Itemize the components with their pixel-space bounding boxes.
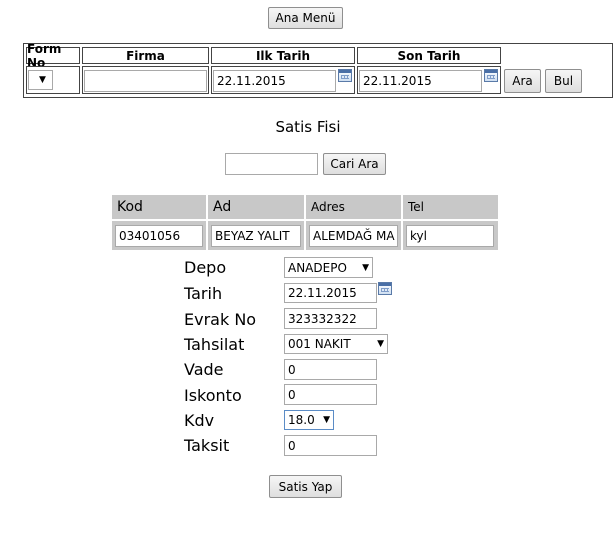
- calendar-icon[interactable]: [378, 282, 392, 295]
- tahsilat-select[interactable]: 001 NAKIT ▼: [284, 334, 388, 354]
- taksit-label: Taksit: [184, 436, 230, 455]
- tarih-label: Tarih: [184, 284, 223, 303]
- header-kod: Kod: [112, 195, 206, 219]
- ara-button[interactable]: Ara: [504, 69, 541, 93]
- satis-yap-button[interactable]: Satis Yap: [269, 475, 342, 498]
- iskonto-label: Iskonto: [184, 386, 242, 405]
- tel-input[interactable]: kyl: [406, 225, 494, 247]
- kdv-select[interactable]: 18.0 ▼: [284, 410, 334, 430]
- kdv-value: 18.0: [288, 413, 315, 427]
- main-menu-button[interactable]: Ana Menü: [268, 7, 343, 29]
- firma-input[interactable]: [84, 70, 207, 92]
- adres-input[interactable]: ALEMDAĞ MA: [309, 225, 398, 247]
- kdv-label: Kdv: [184, 411, 215, 430]
- page-title: Satis Fisi: [275, 118, 341, 136]
- taksit-input[interactable]: 0: [284, 435, 377, 456]
- vade-input[interactable]: 0: [284, 359, 377, 380]
- cari-ara-button[interactable]: Cari Ara: [323, 153, 386, 175]
- calendar-icon[interactable]: [338, 69, 352, 82]
- tarih-input[interactable]: 22.11.2015: [284, 283, 377, 303]
- header-adres: Adres: [306, 195, 401, 219]
- header-form-no: Form No: [26, 42, 80, 70]
- tahsilat-label: Tahsilat: [184, 335, 245, 354]
- chevron-down-icon: ▼: [39, 75, 46, 85]
- kod-input[interactable]: 03401056: [115, 225, 203, 247]
- header-ad: Ad: [208, 195, 304, 219]
- header-tel: Tel: [403, 195, 498, 219]
- bul-button[interactable]: Bul: [545, 69, 582, 93]
- son-tarih-input[interactable]: 22.11.2015: [359, 70, 482, 92]
- tahsilat-value: 001 NAKIT: [288, 337, 351, 351]
- depo-select[interactable]: ANADEPO ▼: [284, 257, 373, 278]
- ilk-tarih-input[interactable]: 22.11.2015: [213, 70, 336, 92]
- chevron-down-icon: ▼: [377, 339, 384, 349]
- evrak-no-input[interactable]: 323332322: [284, 308, 377, 329]
- depo-value: ANADEPO: [288, 260, 347, 275]
- vade-label: Vade: [184, 360, 224, 379]
- iskonto-input[interactable]: 0: [284, 384, 377, 405]
- form-no-select[interactable]: ▼: [28, 70, 53, 90]
- header-ilk-tarih: Ilk Tarih: [211, 47, 355, 64]
- header-firma: Firma: [82, 47, 209, 64]
- depo-label: Depo: [184, 258, 227, 277]
- calendar-icon[interactable]: [484, 69, 498, 82]
- cari-search-input[interactable]: [225, 153, 318, 175]
- evrak-no-label: Evrak No: [184, 310, 257, 329]
- header-son-tarih: Son Tarih: [357, 47, 501, 64]
- chevron-down-icon: ▼: [362, 262, 369, 273]
- ad-input[interactable]: BEYAZ YALIT: [211, 225, 301, 247]
- chevron-down-icon: ▼: [323, 415, 330, 425]
